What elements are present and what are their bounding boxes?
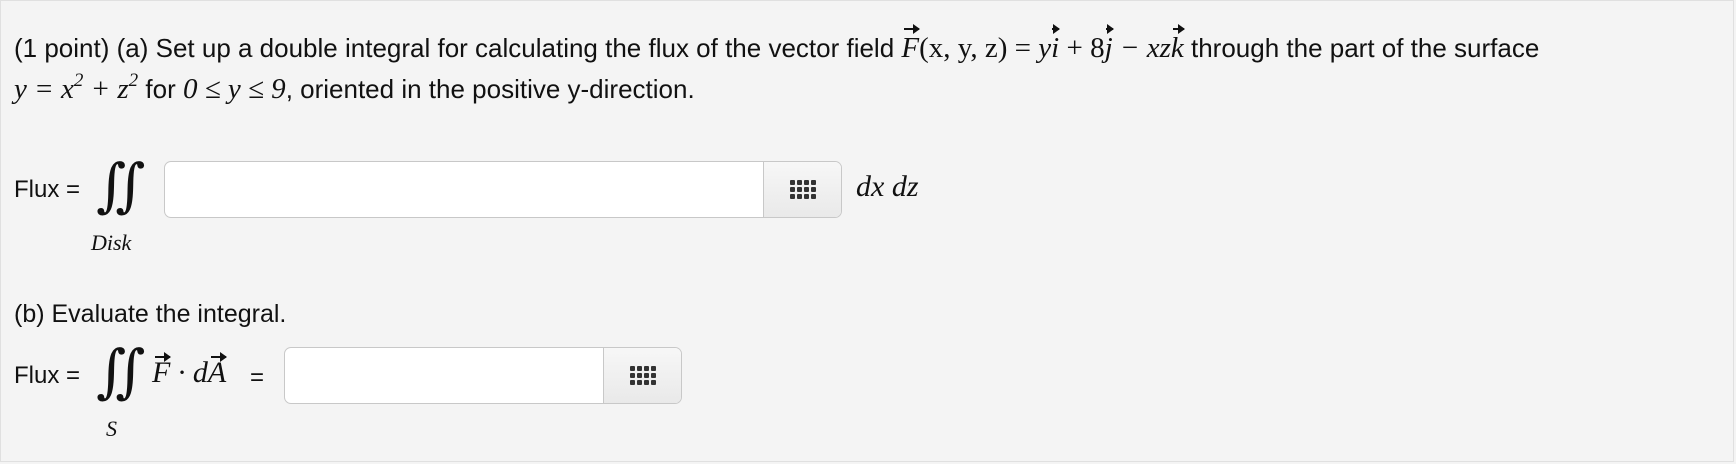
equals-sign: = (250, 364, 265, 391)
surface-equation: y = x2 + z2 (14, 70, 139, 105)
unit-i: i (1051, 24, 1061, 69)
differentials-dx-dz: dx dz (856, 170, 919, 203)
surface-y: y = x (14, 73, 74, 105)
answer-input-b[interactable] (285, 348, 605, 403)
equation-palette-button-b[interactable] (603, 348, 681, 403)
surface-plus: + z (83, 73, 129, 105)
answer-field-b[interactable] (284, 347, 682, 404)
surface-exponent-1: 2 (73, 70, 84, 91)
y-range: 0 ≤ y ≤ 9 (182, 73, 286, 105)
part-b-title: (b) Evaluate the integral. (14, 300, 287, 328)
field-args: (x, y, z) = (919, 32, 1039, 64)
unit-k: k (1171, 24, 1185, 69)
integrand-dot: · d (170, 356, 208, 389)
vector-f: F (901, 24, 920, 69)
answer-input-a[interactable] (165, 162, 765, 217)
equation-palette-button-a[interactable] (763, 162, 841, 217)
integral-region-disk: Disk (91, 230, 132, 255)
integrand-vector-a: A (207, 352, 228, 389)
double-integral-sign-b: ∬ (96, 337, 146, 405)
text-for: for (138, 74, 183, 104)
text-after-field: through the part of the surface (1183, 33, 1540, 63)
integrand-f-dot-da: F · dA (152, 352, 228, 390)
integral-region-s: S (106, 416, 117, 441)
flux-label-a: Flux = (14, 176, 81, 203)
term2: + 8 (1059, 32, 1105, 64)
vector-field-expression: F(x, y, z) = yi + 8j − xzk (901, 24, 1185, 64)
term1: y (1038, 32, 1052, 64)
integrand-vector-f: F (152, 352, 172, 389)
surface-exponent-2: 2 (128, 70, 139, 91)
grid-icon (629, 366, 656, 385)
orientation-text: , oriented in the positive y-direction. (285, 74, 695, 104)
double-integral-sign-a: ∬ (96, 151, 146, 219)
term3: − xz (1112, 32, 1171, 64)
problem-statement: (1 point) (a) Set up a double integral f… (14, 24, 1714, 110)
grid-icon (789, 180, 816, 199)
flux-label-b: Flux = (14, 362, 81, 389)
answer-field-a[interactable] (164, 161, 842, 218)
intro-text: (1 point) (a) Set up a double integral f… (14, 33, 902, 63)
unit-j: j (1105, 24, 1114, 69)
